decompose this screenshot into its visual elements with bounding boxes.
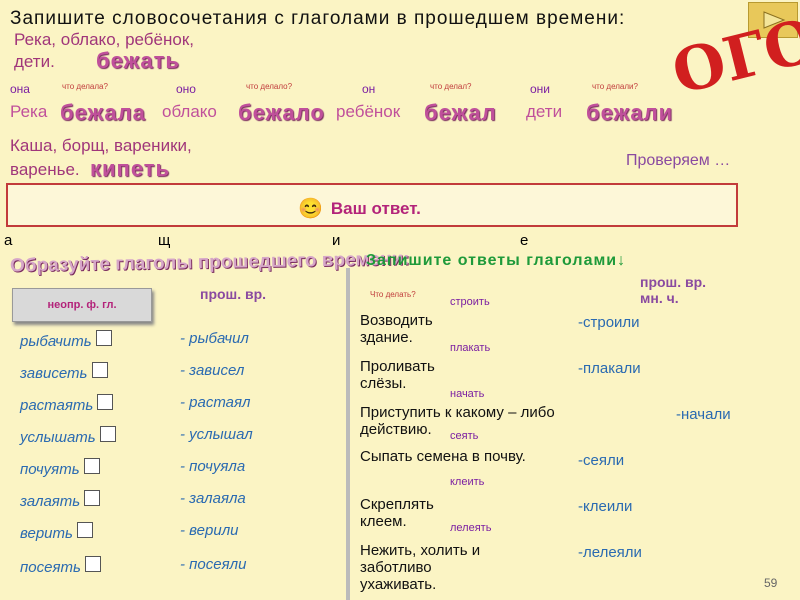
task-verb-4: сеять: [450, 430, 479, 442]
checkbox[interactable]: [83, 458, 100, 474]
task-4: Сыпать семена в почву.: [360, 448, 526, 465]
past-2: - зависел: [180, 362, 245, 379]
task-verb-1: строить: [450, 296, 490, 308]
fragment-i: и: [332, 232, 341, 249]
form-plural: бежали: [586, 100, 674, 125]
verb-run: бежать: [96, 48, 180, 73]
checkbox[interactable]: [95, 330, 112, 346]
form-fem: бежала: [60, 100, 146, 125]
fragment-a: а: [4, 232, 13, 249]
pronoun-it: оно: [176, 82, 196, 96]
check-label: Проверяем …: [626, 152, 731, 169]
task-2: Проливать слёзы.: [360, 358, 435, 392]
question-fem: что делала?: [62, 82, 108, 91]
noun-cloud: облако: [162, 102, 217, 121]
past-7: - верили: [180, 522, 239, 539]
inf-4: услышать: [20, 426, 116, 446]
nouns-line-1: Река, облако, ребёнок,: [14, 30, 195, 49]
smiley-icon: 😊: [298, 198, 323, 220]
answer-5: -клеили: [578, 498, 633, 515]
checkbox[interactable]: [85, 556, 102, 572]
inf-2: зависеть: [20, 362, 108, 382]
infinitive-header: неопр. ф. гл.: [12, 288, 152, 322]
inf-3: растаять: [20, 394, 114, 414]
inf-6: залаять: [20, 490, 101, 510]
noun-river: Река: [10, 102, 48, 121]
noun-child: ребёнок: [336, 102, 401, 121]
task-verb-5: клеить: [450, 476, 485, 488]
answer-1: -строили: [578, 314, 640, 331]
inf-1: рыбачить: [20, 330, 112, 350]
divider: [346, 268, 350, 600]
nouns-line-1b: дети.: [14, 52, 55, 71]
form-masc: бежал: [424, 100, 497, 125]
past-3: - растаял: [180, 394, 251, 411]
answer-label: Ваш ответ.: [330, 198, 421, 218]
task-verb-2: плакать: [450, 342, 491, 354]
page-number: 59: [764, 576, 778, 590]
answer-6: -лелеяли: [578, 544, 642, 561]
question-neut: что делало?: [246, 82, 293, 91]
answers-header: прош. вр. мн. ч.: [640, 274, 707, 306]
answer-box[interactable]: 😊 Ваш ответ.: [6, 183, 738, 227]
task-6: Нежить, холить и заботливо ухаживать.: [360, 542, 481, 593]
past-8: - посеяли: [180, 556, 247, 573]
past-header: прош. вр.: [200, 286, 267, 302]
verb-boil: кипеть: [90, 156, 171, 181]
checkbox[interactable]: [91, 362, 108, 378]
what-to-do-q: Что делать?: [370, 290, 416, 299]
past-6: - залаяла: [180, 490, 246, 507]
answer-4: -сеяли: [578, 452, 625, 469]
nouns-line-2b: варенье.: [10, 160, 80, 179]
checkbox[interactable]: [97, 394, 114, 410]
past-5: - почуяла: [180, 458, 246, 475]
pronoun-he: он: [362, 82, 376, 96]
task-verb-3: начать: [450, 388, 485, 400]
answer-3: -начали: [676, 406, 731, 423]
past-1: - рыбачил: [180, 330, 249, 347]
question-plural: что делали?: [592, 82, 638, 91]
page-title: Запишите словосочетания с глаголами в пр…: [10, 8, 626, 29]
answer-2: -плакали: [578, 360, 641, 377]
past-4: - услышал: [180, 426, 253, 443]
fragment-shch: щ: [158, 232, 171, 249]
checkbox[interactable]: [99, 426, 116, 442]
question-masc: что делал?: [430, 82, 472, 91]
nouns-line-2: Каша, борщ, вареники,: [10, 136, 192, 155]
task-verb-6: лелеять: [450, 522, 492, 534]
inf-7: верить: [20, 522, 94, 542]
pronoun-she: она: [10, 82, 30, 96]
inf-8: посеять: [20, 556, 102, 576]
fragment-e: е: [520, 232, 529, 249]
pronoun-they: они: [530, 82, 551, 96]
noun-children: дети: [526, 102, 563, 121]
ogo-exclamation: ОГО: [665, 5, 800, 109]
section-write-answers: Запишите ответы глаголами↓: [366, 252, 627, 269]
task-1: Возводить здание.: [360, 312, 433, 346]
checkbox[interactable]: [84, 490, 101, 506]
checkbox[interactable]: [77, 522, 94, 538]
form-neut: бежало: [238, 100, 325, 125]
inf-5: почуять: [20, 458, 100, 478]
